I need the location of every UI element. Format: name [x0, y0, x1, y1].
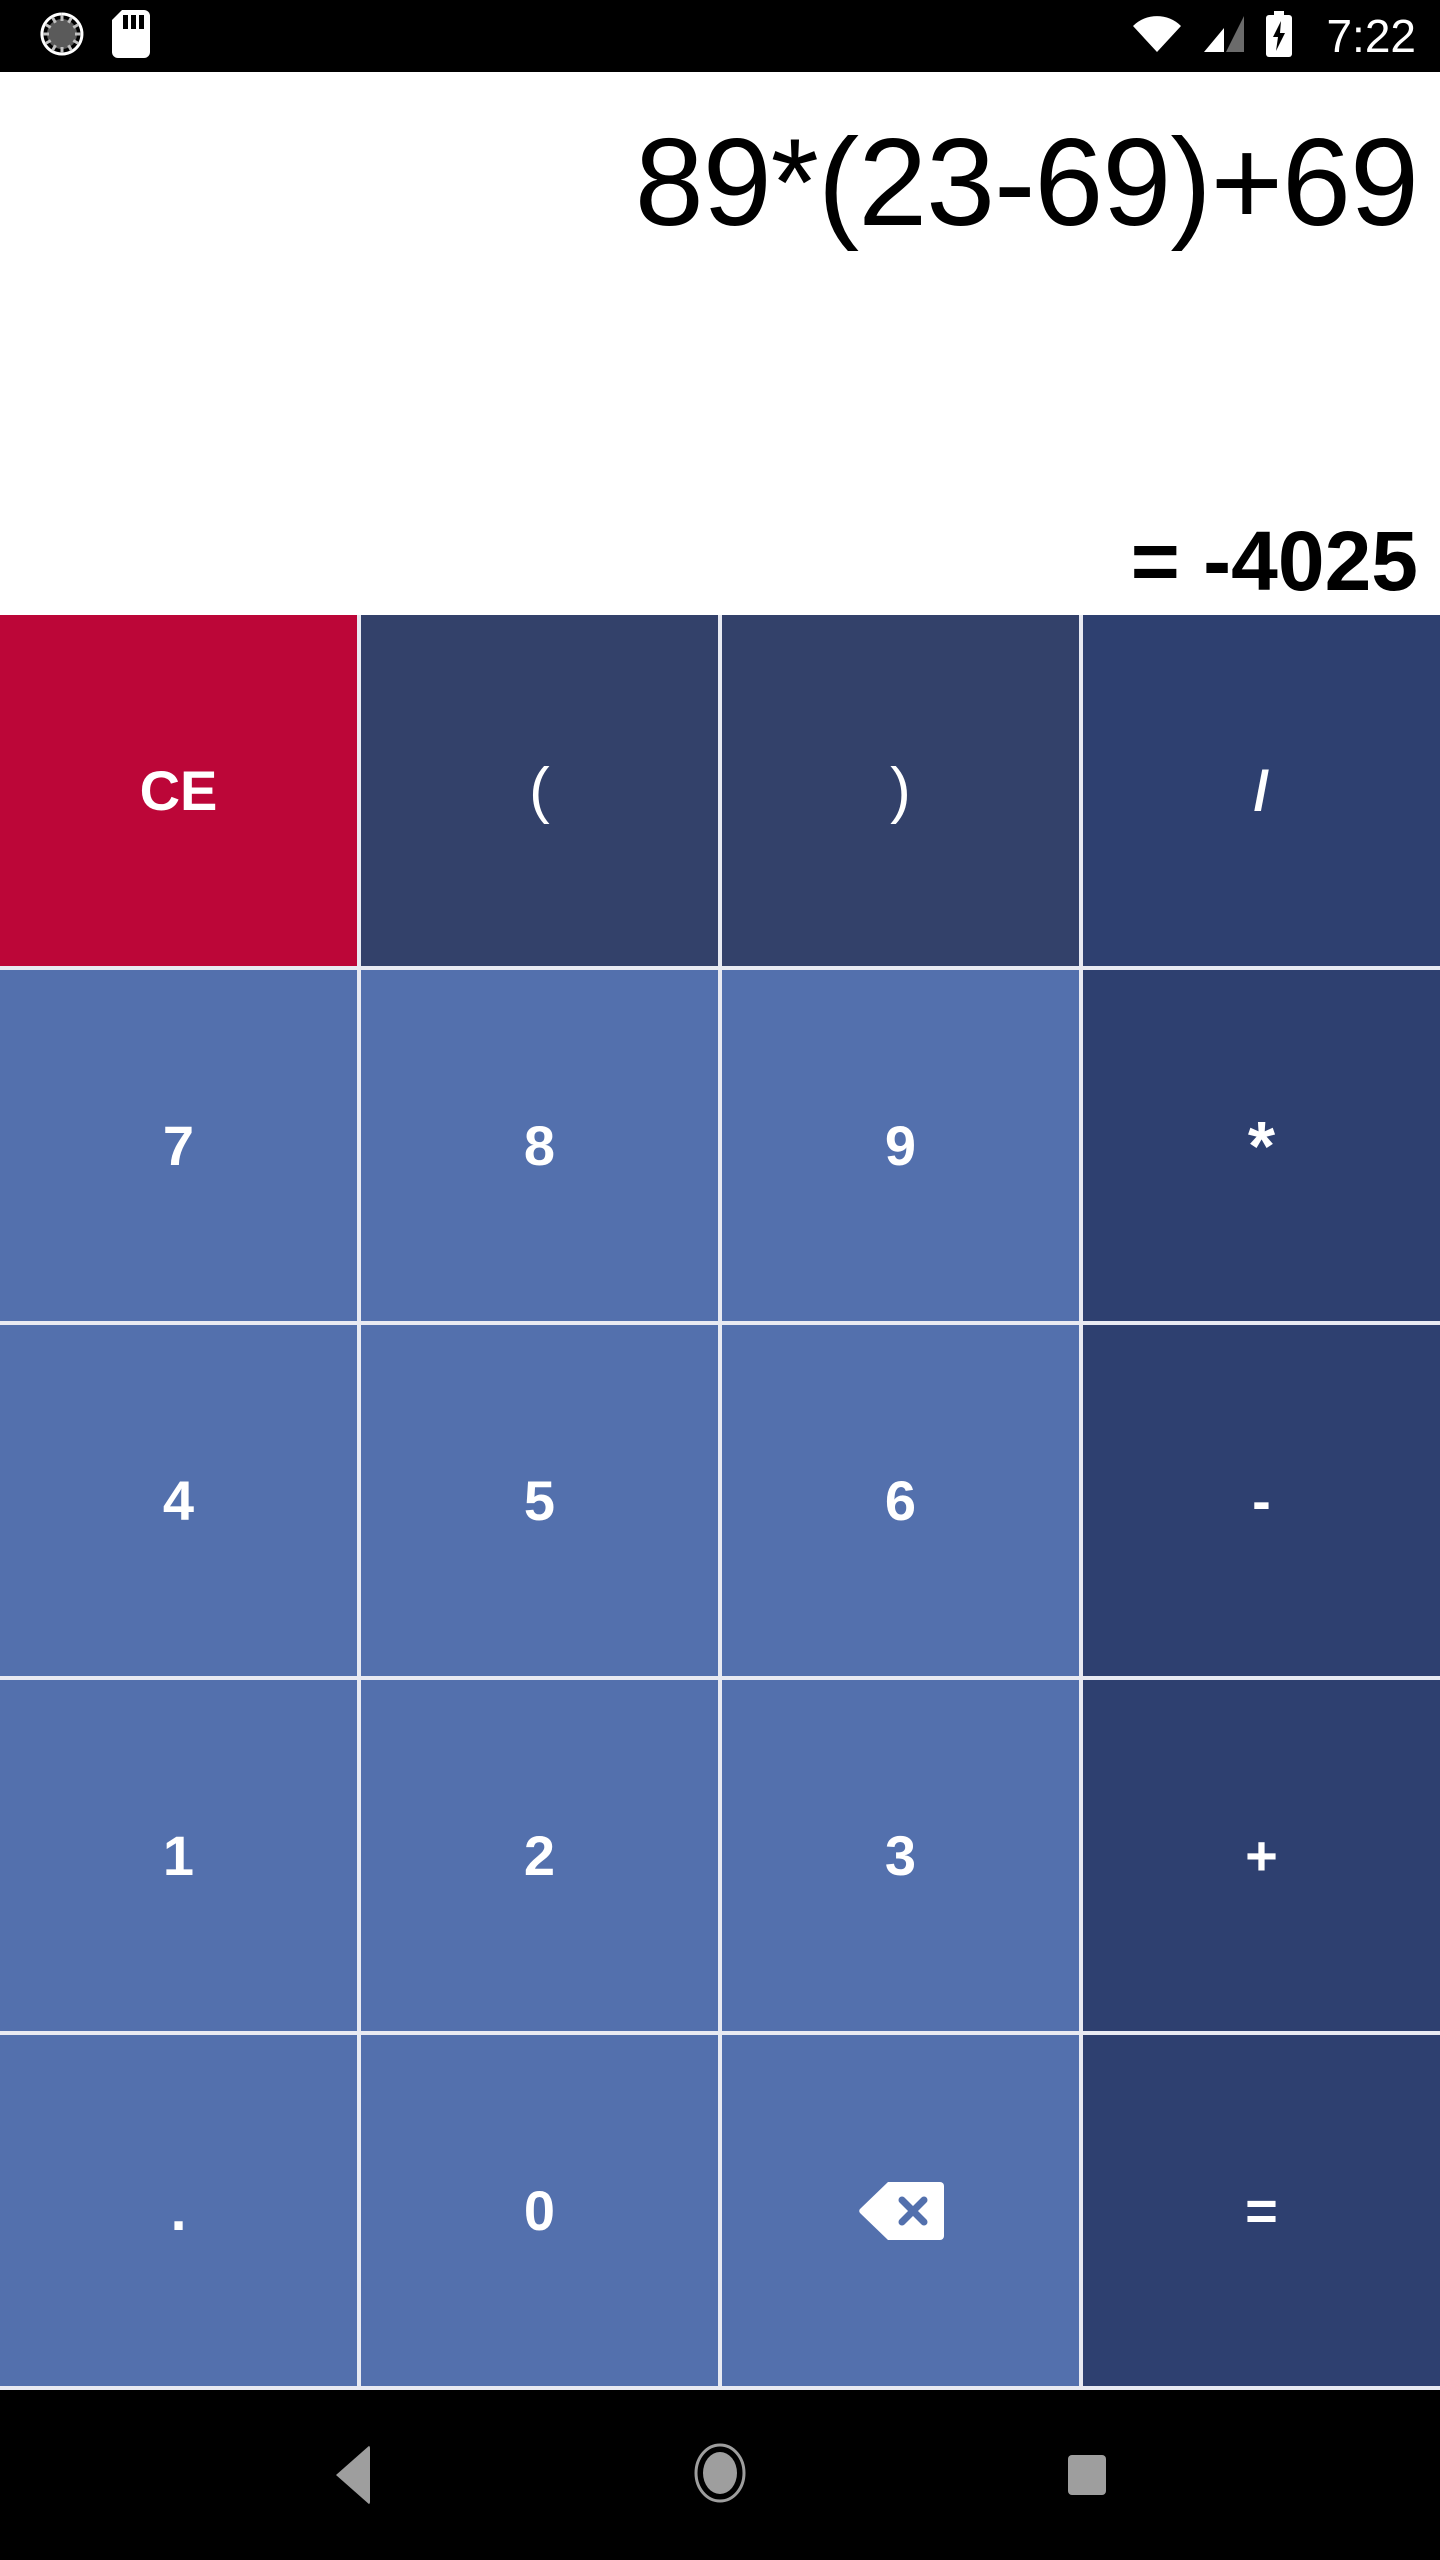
- calculator-display[interactable]: 89*(23-69)+69 = -4025: [0, 72, 1440, 615]
- home-circle-icon: [690, 2441, 750, 2510]
- clear-entry-button[interactable]: CE: [0, 615, 357, 966]
- digit-3-button[interactable]: 3: [722, 1680, 1079, 2031]
- key-label: 3: [884, 1824, 917, 1887]
- wifi-icon: [1132, 14, 1182, 59]
- result-text: = -4025: [1130, 514, 1418, 608]
- key-label: 4: [162, 1469, 195, 1532]
- multiply-button[interactable]: *: [1083, 970, 1440, 1321]
- sync-spinner-icon: [40, 11, 86, 62]
- digit-5-button[interactable]: 5: [361, 1325, 718, 1676]
- recents-square-icon: [1067, 2455, 1106, 2495]
- digit-2-button[interactable]: 2: [361, 1680, 718, 2031]
- key-label: CE: [139, 759, 218, 822]
- key-label: 7: [162, 1114, 195, 1177]
- nav-back-button[interactable]: [293, 2415, 413, 2535]
- sd-card-icon: [112, 9, 150, 63]
- status-bar-right-icons: 7:22: [1132, 10, 1416, 62]
- key-label: ): [890, 756, 911, 825]
- backspace-icon: [858, 2180, 944, 2242]
- digit-9-button[interactable]: 9: [722, 970, 1079, 1321]
- decimal-point-button[interactable]: .: [0, 2035, 357, 2386]
- key-label: 5: [523, 1469, 556, 1532]
- back-triangle-icon: [336, 2445, 371, 2505]
- equals-button[interactable]: =: [1083, 2035, 1440, 2386]
- cellular-signal-icon: [1200, 14, 1246, 59]
- close-paren-button[interactable]: ): [722, 615, 1079, 966]
- nav-recents-button[interactable]: [1027, 2415, 1147, 2535]
- key-label: (: [529, 756, 550, 825]
- add-button[interactable]: +: [1083, 1680, 1440, 2031]
- key-label: 1: [162, 1824, 195, 1887]
- battery-charging-icon: [1264, 10, 1294, 62]
- key-label: 8: [523, 1114, 556, 1177]
- key-label: 9: [884, 1114, 917, 1177]
- android-navigation-bar: [0, 2390, 1440, 2560]
- key-label: 6: [884, 1469, 917, 1532]
- digit-1-button[interactable]: 1: [0, 1680, 357, 2031]
- key-label: +: [1245, 1824, 1278, 1887]
- digit-8-button[interactable]: 8: [361, 970, 718, 1321]
- nav-home-button[interactable]: [660, 2415, 780, 2535]
- calculator-app-screen: 7:22 89*(23-69)+69 = -4025 CE () / 7 8 9 * 4 5 6 -…: [0, 0, 1440, 2560]
- key-label: 2: [523, 1824, 556, 1887]
- digit-0-button[interactable]: 0: [361, 2035, 718, 2386]
- open-paren-button[interactable]: (: [361, 615, 718, 966]
- backspace-button[interactable]: [722, 2035, 1079, 2386]
- calculator-keypad: CE () / 7 8 9 * 4 5 6 - 1 2 3 +. 0 =: [0, 615, 1440, 2390]
- key-label: =: [1245, 2179, 1278, 2242]
- key-label: 0: [523, 2179, 556, 2242]
- digit-7-button[interactable]: 7: [0, 970, 357, 1321]
- expression-text: 89*(23-69)+69: [634, 114, 1418, 252]
- subtract-button[interactable]: -: [1083, 1325, 1440, 1676]
- key-label: -: [1252, 1469, 1271, 1532]
- key-label: /: [1253, 759, 1270, 822]
- status-bar-clock: 7:22: [1326, 10, 1416, 62]
- digit-6-button[interactable]: 6: [722, 1325, 1079, 1676]
- divide-button[interactable]: /: [1083, 615, 1440, 966]
- key-label: *: [1247, 1106, 1276, 1185]
- status-bar: 7:22: [0, 0, 1440, 72]
- status-bar-left-icons: [40, 9, 150, 63]
- key-label: .: [170, 2178, 187, 2243]
- digit-4-button[interactable]: 4: [0, 1325, 357, 1676]
